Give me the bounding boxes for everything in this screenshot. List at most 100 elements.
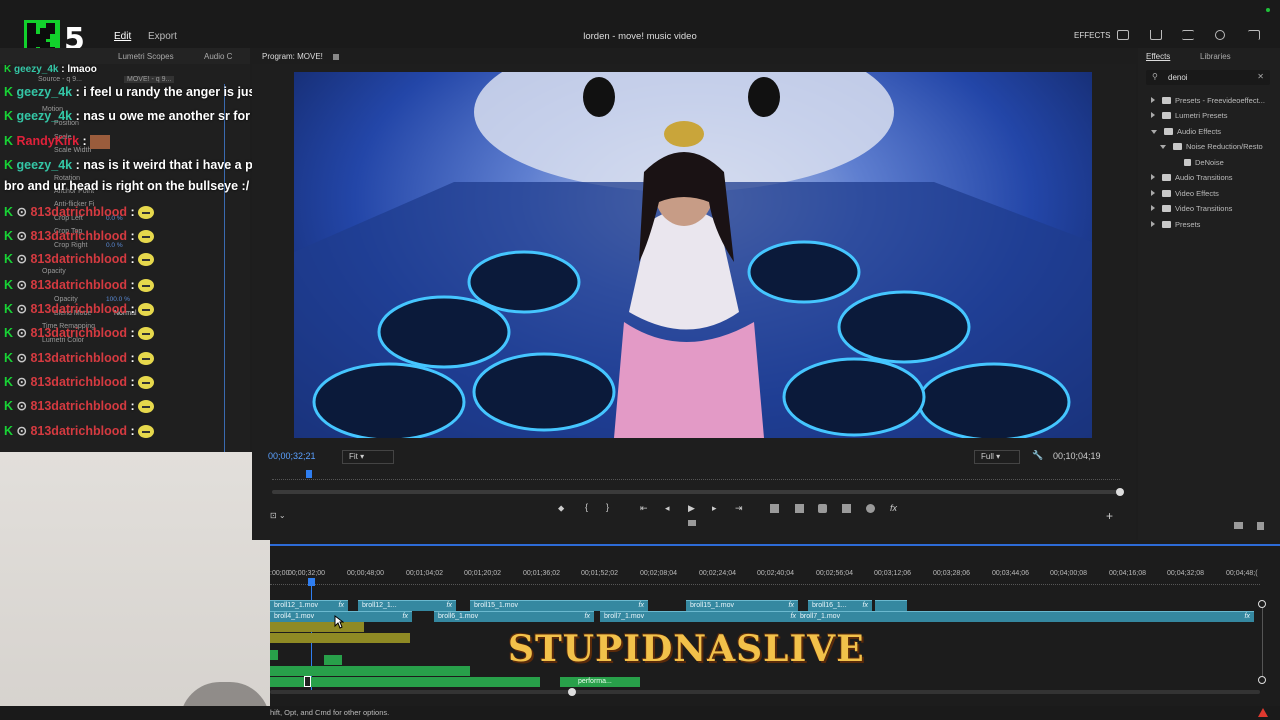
status-dot [1266, 8, 1270, 12]
zoom-handle[interactable] [1116, 488, 1124, 496]
ruler-tick: 00;02;40;04 [757, 570, 794, 577]
step-forward-icon[interactable]: ▸ [712, 503, 717, 514]
ec-clip[interactable]: MOVE! - q 9... [124, 76, 175, 83]
ruler-tick: 00;02;08;04 [640, 570, 677, 577]
scrollbar-handle[interactable] [568, 688, 576, 696]
chat-line: K ⊙ 813datrichblood : [4, 398, 155, 414]
fit-dropdown[interactable]: Fit ▾ [342, 450, 394, 464]
fullscreen-icon[interactable] [1248, 30, 1260, 40]
monitor-playhead[interactable] [306, 470, 312, 478]
timeline-clip[interactable]: broll6_1.mov fx [434, 611, 594, 622]
timeline-scrollbar[interactable] [270, 690, 1260, 694]
effects-tree-item[interactable]: Video Transitions [1151, 204, 1232, 213]
fx-icon[interactable]: fx [890, 503, 897, 513]
tab-audio-clip[interactable]: Audio C [204, 52, 232, 61]
effects-tree-item[interactable]: Video Effects [1151, 189, 1219, 198]
delete-icon[interactable] [1257, 522, 1264, 530]
add-button-icon[interactable]: + [1106, 509, 1113, 523]
timeline-ruler[interactable] [270, 580, 1260, 585]
ruler-tick: 00;03;44;06 [992, 570, 1029, 577]
tab-lumetri-scopes[interactable]: Lumetri Scopes [118, 52, 174, 61]
tab-libraries[interactable]: Libraries [1200, 52, 1231, 61]
audio-clip[interactable] [270, 666, 470, 676]
go-to-out-icon[interactable]: ⇥ [735, 503, 743, 514]
clear-search-icon[interactable]: ✕ [1257, 72, 1264, 81]
safe-margin-icon[interactable] [688, 520, 696, 526]
audio-clip[interactable] [270, 633, 410, 643]
ruler-tick: 00;01;52;02 [581, 570, 618, 577]
current-timecode[interactable]: 00;00;32;21 [268, 451, 316, 461]
timeline-clip[interactable] [875, 600, 907, 611]
effects-panel [1138, 48, 1280, 540]
effects-tree-item[interactable]: Presets [1151, 220, 1200, 229]
tab-menu-icon[interactable] [333, 54, 339, 60]
search-icon: ⚲ [1152, 72, 1158, 81]
track-scroll-handle[interactable] [1258, 676, 1266, 684]
chat-line: bro and ur head is right on the bullseye… [4, 179, 250, 193]
effects-workspace[interactable]: EFFECTS [1074, 31, 1110, 40]
play-icon[interactable]: ▶ [688, 503, 695, 514]
video-frame[interactable] [294, 72, 1092, 438]
effects-tree-item[interactable]: Presets - Freevideoeffect... [1151, 96, 1265, 105]
effects-tree-item[interactable]: Noise Reduction/Resto [1160, 142, 1263, 151]
mark-out-icon[interactable]: } [606, 502, 609, 512]
vertical-scrollbar[interactable] [1262, 608, 1263, 676]
top-bar: Edit Export lorden - move! music video E… [0, 0, 1280, 48]
monitor-settings-icon[interactable]: ⊡ ⌄ [270, 511, 286, 520]
folder-icon [1162, 205, 1171, 212]
monitor-zoom-bar[interactable] [272, 490, 1120, 494]
menu-icon[interactable] [1182, 30, 1194, 40]
emote-icon [138, 327, 155, 341]
quality-dropdown[interactable]: Full ▾ [974, 450, 1020, 464]
timeline-clip[interactable]: broll12_1... fx [358, 600, 456, 611]
warning-icon[interactable] [1258, 708, 1268, 717]
step-back-icon[interactable]: ◂ [665, 503, 670, 514]
ruler-tick: 00;00;48;00 [347, 570, 384, 577]
chat-line: K ⊙ 813datrichblood : [4, 423, 155, 439]
effects-tree-item[interactable]: Audio Transitions [1151, 173, 1233, 182]
share-icon[interactable] [1150, 30, 1162, 40]
wrench-icon[interactable]: 🔧 [1032, 450, 1043, 461]
effects-tree-item[interactable]: DeNoise [1184, 158, 1224, 167]
folder-icon [1162, 221, 1171, 228]
timeline-clip[interactable]: broll7_1.mov fx [600, 611, 800, 622]
lift-icon[interactable] [770, 504, 779, 513]
effects-tree-item[interactable]: Audio Effects [1151, 127, 1221, 136]
go-to-in-icon[interactable]: ⇤ [640, 503, 648, 514]
audio-clip[interactable] [270, 622, 364, 632]
panel-icon[interactable] [1117, 30, 1129, 40]
timeline-clip[interactable]: broll15_1.mov fx [686, 600, 798, 611]
duration-timecode: 00;10;04;19 [1053, 451, 1101, 461]
effects-tree-item[interactable]: Lumetri Presets [1151, 111, 1228, 120]
settings-icon[interactable] [866, 504, 875, 513]
track-scroll-handle[interactable] [1258, 600, 1266, 608]
search-icon[interactable] [1215, 30, 1225, 40]
folder-icon [1162, 112, 1171, 119]
trim-cursor [304, 676, 311, 687]
add-marker-icon[interactable]: ⬥ [558, 503, 564, 514]
timeline-clip[interactable]: broll12_1.mov fx [270, 600, 348, 611]
folder-icon [1162, 97, 1171, 104]
timeline-clip[interactable]: broll15_1.mov fx [470, 600, 648, 611]
camera-icon[interactable] [818, 504, 827, 513]
tab-effects[interactable]: Effects [1146, 52, 1170, 61]
timeline-clip[interactable]: broll7_1.mov fx [796, 611, 1254, 622]
emote-icon [138, 206, 155, 220]
monitor-ruler[interactable] [272, 472, 1120, 480]
audio-clip[interactable] [324, 655, 342, 665]
audio-clip[interactable]: performa... [560, 677, 640, 687]
ruler-tick: 00;04;16;08 [1109, 570, 1146, 577]
chat-line: K ⊙ 813datrichblood : [4, 301, 155, 317]
extract-icon[interactable] [795, 504, 804, 513]
timeline-playhead[interactable] [308, 578, 315, 586]
ruler-tick: 00;02;56;04 [816, 570, 853, 577]
effects-search-box[interactable]: ⚲ denoi ✕ [1146, 70, 1270, 85]
emote-icon [138, 279, 155, 293]
audio-clip[interactable] [270, 650, 278, 660]
effects-search-input[interactable]: denoi [1168, 73, 1188, 82]
tab-program[interactable]: Program: MOVE! [262, 52, 323, 61]
timeline-clip[interactable]: broll16_1... fx [808, 600, 872, 611]
new-bin-icon[interactable] [1234, 522, 1243, 529]
compare-icon[interactable] [842, 504, 851, 513]
mark-in-icon[interactable]: { [585, 502, 588, 512]
